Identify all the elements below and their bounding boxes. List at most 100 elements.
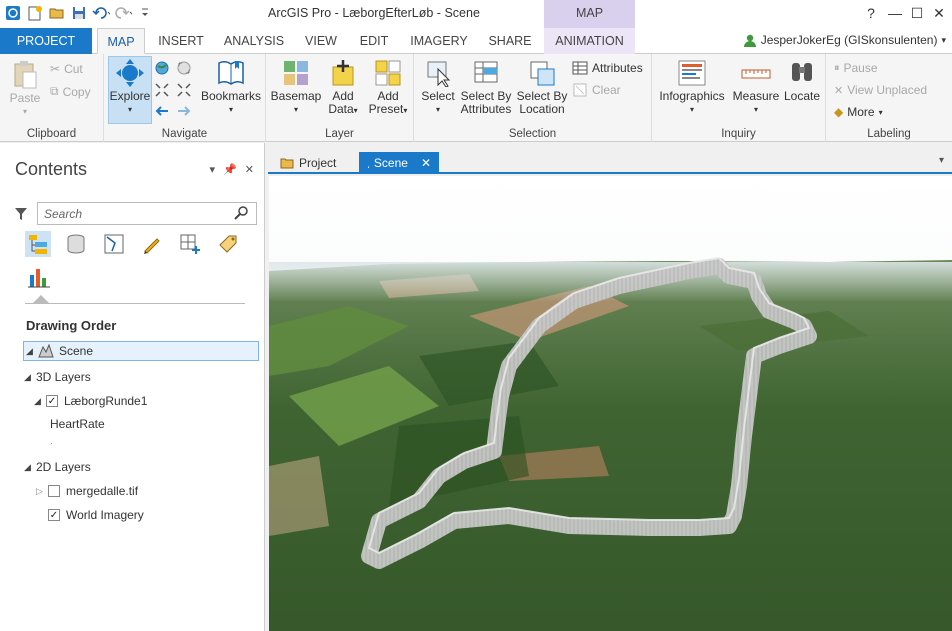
explore-button[interactable]: Explore ▾ <box>109 58 151 116</box>
new-project-icon[interactable] <box>26 4 44 22</box>
tab-list-chevron-icon[interactable]: ▾ <box>939 155 944 166</box>
locate-button[interactable]: Locate <box>782 58 822 103</box>
clear-button[interactable]: Clear <box>572 83 621 97</box>
data-source-icon[interactable] <box>63 231 89 257</box>
globe-icon[interactable] <box>154 60 170 79</box>
collapse-triangle-icon[interactable]: ◢ <box>24 462 36 473</box>
cut-button[interactable]: ✂ Cut <box>50 62 83 76</box>
tab-animation[interactable]: ANIMATION <box>544 28 635 54</box>
tab-imagery[interactable]: IMAGERY <box>404 28 474 54</box>
clear-selection-icon <box>573 83 587 97</box>
layer-item[interactable]: ✓ World Imagery <box>48 505 144 525</box>
labeling-group-label: Labeling <box>867 128 911 140</box>
search-input[interactable]: Search <box>37 202 257 225</box>
select-button[interactable]: Select ▾ <box>418 58 458 116</box>
layer-visibility-checkbox[interactable]: ✓ <box>48 509 60 521</box>
full-extent-icon[interactable] <box>176 60 192 79</box>
binoculars-icon <box>787 58 817 88</box>
expand-triangle-icon[interactable]: ▷ <box>36 486 48 497</box>
collapse-triangle-icon[interactable]: ◢ <box>24 372 36 383</box>
back-arrow-icon[interactable] <box>154 104 170 121</box>
collapse-triangle-icon[interactable]: ◢ <box>26 346 38 357</box>
charts-icon[interactable] <box>27 265 51 292</box>
undo-icon[interactable] <box>92 4 110 22</box>
layer-visibility-checkbox[interactable]: ✓ <box>46 395 58 407</box>
3d-layers-label: 3D Layers <box>36 370 91 384</box>
select-by-location-button[interactable]: Select By Location <box>514 58 570 116</box>
tab-project[interactable]: PROJECT <box>0 28 92 54</box>
forward-arrow-icon[interactable] <box>176 104 192 121</box>
view-unplaced-label: View Unplaced <box>847 83 928 97</box>
tab-share[interactable]: SHARE <box>482 28 538 54</box>
clear-label: Clear <box>592 83 621 97</box>
selection-list-icon[interactable] <box>101 231 127 257</box>
layer-item[interactable]: ◢ ✓ LæborgRunde1 <box>34 391 147 411</box>
select-by-location-label-2: Location <box>519 102 565 116</box>
clipboard-group-label: Clipboard <box>26 128 77 140</box>
collapse-triangle-icon[interactable]: ◢ <box>34 396 46 407</box>
bookmarks-label: Bookmarks <box>200 89 262 103</box>
tab-project-view[interactable]: Project <box>272 152 344 174</box>
pause-button[interactable]: ⏸ Pause <box>834 61 878 75</box>
pin-icon[interactable]: 📌 <box>223 163 237 176</box>
layer-visibility-checkbox[interactable] <box>48 485 60 497</box>
pane-menu-icon[interactable]: ▾ <box>210 163 216 176</box>
ribbon: Paste ▾ ✂Cut ⧉Copy Clipboard Explore ▾ <box>0 54 952 142</box>
ruler-icon <box>741 58 771 88</box>
close-icon[interactable]: ✕ <box>245 163 254 176</box>
zoom-out-fixed-icon[interactable] <box>176 82 192 101</box>
search-placeholder: Search <box>44 207 83 221</box>
bookmarks-button[interactable]: Bookmarks ▾ <box>198 58 264 116</box>
add-preset-button[interactable]: Add Preset▾ <box>366 58 410 117</box>
tab-map[interactable]: MAP <box>97 28 145 54</box>
tab-scene-view[interactable]: Scene ✕ <box>359 152 439 174</box>
app-icon[interactable] <box>4 4 22 22</box>
select-by-attributes-icon <box>471 58 501 88</box>
add-data-button[interactable]: Add Data▾ <box>324 58 362 117</box>
snapping-icon[interactable] <box>177 231 203 257</box>
layer-label: World Imagery <box>66 508 144 522</box>
close-tab-icon[interactable]: ✕ <box>421 156 431 170</box>
tab-view[interactable]: VIEW <box>298 28 344 54</box>
scene-node[interactable]: ◢ Scene <box>23 341 259 361</box>
redo-icon[interactable] <box>114 4 132 22</box>
basemap-button[interactable]: Basemap ▾ <box>271 58 321 116</box>
zoom-in-fixed-icon[interactable] <box>154 82 170 101</box>
tab-edit[interactable]: EDIT <box>352 28 396 54</box>
open-project-icon[interactable] <box>48 4 66 22</box>
close-button[interactable]: ✕ <box>928 4 950 22</box>
maximize-button[interactable]: ☐ <box>906 4 928 22</box>
search-icon[interactable] <box>234 206 248 223</box>
labeling-icon[interactable] <box>215 231 241 257</box>
tab-analysis[interactable]: ANALYSIS <box>218 28 290 54</box>
select-by-attributes-button[interactable]: Select By Attributes <box>458 58 514 116</box>
select-label: Select <box>421 89 455 103</box>
scene-icon <box>368 165 369 168</box>
attributes-button[interactable]: Attributes <box>572 61 643 75</box>
help-button[interactable]: ? <box>860 4 882 22</box>
tab-insert[interactable]: INSERT <box>152 28 210 54</box>
3d-layers-node[interactable]: ◢ 3D Layers <box>24 367 91 387</box>
minimize-button[interactable]: — <box>884 4 906 22</box>
drawing-order-icon[interactable] <box>25 231 51 257</box>
copy-button[interactable]: ⧉ Copy <box>50 84 91 99</box>
layer-item[interactable]: ▷ mergedalle.tif <box>36 481 138 501</box>
measure-button[interactable]: Measure ▾ <box>732 58 780 116</box>
view-unplaced-button[interactable]: ✕ View Unplaced <box>834 83 927 97</box>
customize-qat-icon[interactable] <box>136 4 154 22</box>
explore-label: Explore <box>109 89 151 103</box>
paste-button[interactable]: Paste ▾ <box>6 60 44 118</box>
more-button[interactable]: ◆ More ▾ <box>834 105 883 119</box>
user-account[interactable]: JesperJokerEg (GISkonsulenten) ▾ <box>743 33 946 47</box>
infographics-button[interactable]: Infographics ▾ <box>656 58 728 116</box>
scene-view-canvas[interactable] <box>269 176 952 631</box>
quick-access-toolbar <box>4 4 154 22</box>
chevron-down-icon: ▾ <box>435 105 440 114</box>
more-label: More <box>847 105 875 119</box>
layer-label: mergedalle.tif <box>66 484 139 498</box>
save-icon[interactable] <box>70 4 88 22</box>
labeling-group: ⏸ Pause ✕ View Unplaced ◆ More ▾ Labeling <box>826 54 952 142</box>
2d-layers-node[interactable]: ◢ 2D Layers <box>24 457 91 477</box>
editing-icon[interactable] <box>139 231 165 257</box>
filter-icon[interactable] <box>14 207 28 224</box>
